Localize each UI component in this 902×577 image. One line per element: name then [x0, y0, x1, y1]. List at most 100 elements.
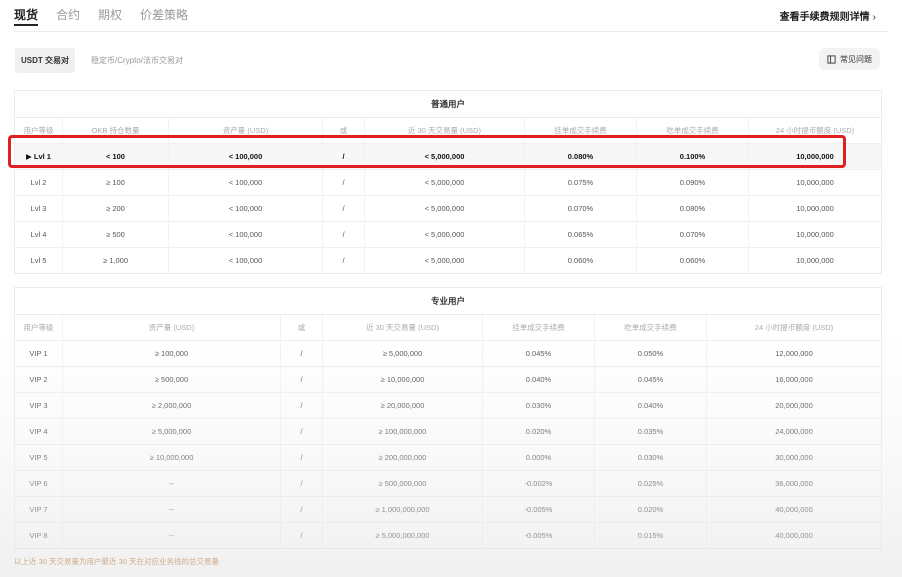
table-cell: 10,000,000: [796, 204, 834, 213]
tab-spot[interactable]: 现货: [14, 0, 39, 30]
table-cell: 0.045%: [595, 367, 707, 392]
table-cell: 0.045%: [483, 341, 595, 366]
table-cell: 0.100%: [637, 144, 749, 169]
tab-futures[interactable]: 合约: [56, 0, 80, 30]
subtab-usdt-pairs[interactable]: USDT 交易对: [15, 48, 75, 73]
table-cell: ≥ 500: [63, 222, 169, 247]
pair-type-tabs: USDT 交易对 稳定币/Crypto/法币交易对: [15, 48, 189, 73]
table-cell: < 100,000: [169, 248, 323, 273]
fee-rules-link-label: 查看手续费规则详情: [779, 12, 870, 23]
table-cell: < 100,000: [169, 144, 323, 169]
table-cell: ≥ 1,000: [63, 248, 169, 273]
table-cell: 30,000,000: [775, 453, 813, 462]
table-cell: 0.020%: [483, 419, 595, 444]
table-cell: 20,000,000: [775, 401, 813, 410]
table-cell: /: [323, 144, 365, 169]
table-cell: --: [63, 471, 281, 496]
header-cell: 挂单成交手续费: [525, 118, 637, 143]
table-cell: ≥ 200: [63, 196, 169, 221]
table-cell: /: [323, 196, 365, 221]
table-cell: 0.070%: [637, 222, 749, 247]
table-cell: -0.002%: [483, 471, 595, 496]
table-cell: /: [281, 419, 323, 444]
header-cell: 吃单成交手续费: [595, 315, 707, 340]
table-cell: 0.020%: [595, 497, 707, 522]
faq-button-label: 常见问题: [840, 54, 872, 64]
table-cell: < 5,000,000: [365, 248, 525, 273]
table-row: VIP 5 ≥ 10,000,000 / ≥ 200,000,000 0.000…: [15, 445, 881, 471]
table-cell: 12,000,000: [775, 349, 813, 358]
table-cell: 0.030%: [595, 445, 707, 470]
table-cell: 0.040%: [595, 393, 707, 418]
table-cell: Lvl 5: [15, 248, 63, 273]
table-cell: /: [281, 393, 323, 418]
table-row: VIP 7 -- / ≥ 1,000,000,000 -0.005% 0.020…: [15, 497, 881, 523]
tab-spread-strategy[interactable]: 价差策略: [140, 0, 188, 30]
table-cell: < 100,000: [169, 196, 323, 221]
faq-button[interactable]: 常见问题: [819, 48, 880, 70]
table-cell: 0.025%: [595, 471, 707, 496]
header-cell: 近 30 天交易量 (USD): [365, 118, 525, 143]
table-cell: VIP 1: [15, 341, 63, 366]
tab-options[interactable]: 期权: [98, 0, 122, 30]
table-cell: /: [323, 170, 365, 195]
table-cell: /: [281, 367, 323, 392]
table-row: Lvl 5 ≥ 1,000 < 100,000 / < 5,000,000 0.…: [15, 248, 881, 273]
product-tabs: 现货 合约 期权 价差策略: [14, 0, 206, 32]
table-cell: ≥ 500,000: [63, 367, 281, 392]
table-cell: VIP 2: [15, 367, 63, 392]
vip-table-header: 用户等级 资产量 (USD) 或 近 30 天交易量 (USD) 挂单成交手续费…: [15, 315, 881, 341]
table-row: VIP 2 ≥ 500,000 / ≥ 10,000,000 0.040% 0.…: [15, 367, 881, 393]
table-cell: --: [63, 523, 281, 548]
header-cell: 或: [281, 315, 323, 340]
table-cell: /: [281, 341, 323, 366]
table-cell: ≥ 10,000,000: [63, 445, 281, 470]
header-cell: 资产量 (USD): [169, 118, 323, 143]
fee-rules-link[interactable]: 查看手续费规则详情 ›: [780, 8, 876, 23]
table-cell: < 100,000: [169, 170, 323, 195]
header-cell: OKB 持仓数量: [63, 118, 169, 143]
header-cell: 近 30 天交易量 (USD): [323, 315, 483, 340]
table-cell: 10,000,000: [796, 178, 834, 187]
table-cell: VIP 8: [15, 523, 63, 548]
table-cell: 0.065%: [525, 222, 637, 247]
table-cell: < 5,000,000: [365, 144, 525, 169]
table-cell: ≥ 100: [63, 170, 169, 195]
tabs-divider: [14, 31, 888, 32]
table-cell: VIP 5: [15, 445, 63, 470]
standard-table-title: 普通用户: [15, 91, 881, 118]
table-cell: /: [281, 445, 323, 470]
table-cell: < 5,000,000: [365, 170, 525, 195]
subtab-stablecoin-crypto-fiat-pairs[interactable]: 稳定币/Crypto/法币交易对: [85, 48, 189, 73]
header-cell: 24 小时提币额度 (USD): [775, 126, 855, 135]
table-cell: VIP 7: [15, 497, 63, 522]
table-cell: 40,000,000: [775, 531, 813, 540]
table-cell: < 5,000,000: [365, 196, 525, 221]
vip-table-title: 专业用户: [15, 288, 881, 315]
table-cell: /: [323, 222, 365, 247]
table-row: Lvl 2 ≥ 100 < 100,000 / < 5,000,000 0.07…: [15, 170, 881, 196]
chevron-right-icon: ›: [872, 12, 876, 23]
table-cell: 36,000,000: [775, 479, 813, 488]
table-cell: 24,000,000: [775, 427, 813, 436]
table-cell: ≥ 100,000,000: [323, 419, 483, 444]
table-cell: ≥ 20,000,000: [323, 393, 483, 418]
table-row: Lvl 4 ≥ 500 < 100,000 / < 5,000,000 0.06…: [15, 222, 881, 248]
table-cell: Lvl 3: [15, 196, 63, 221]
table-cell: VIP 4: [15, 419, 63, 444]
table-cell: < 100: [63, 144, 169, 169]
table-cell: /: [281, 523, 323, 548]
header-cell: 用户等级: [15, 118, 63, 143]
header-cell: 资产量 (USD): [63, 315, 281, 340]
header-cell: 或: [323, 118, 365, 143]
standard-user-table: 普通用户 用户等级 OKB 持仓数量 资产量 (USD) 或 近 30 天交易量…: [14, 90, 882, 274]
table-cell: /: [281, 471, 323, 496]
table-cell: Lvl 4: [15, 222, 63, 247]
table-row: Lvl 3 ≥ 200 < 100,000 / < 5,000,000 0.07…: [15, 196, 881, 222]
table-cell: 0.050%: [595, 341, 707, 366]
table-cell: ≥ 2,000,000: [63, 393, 281, 418]
table-cell: 0.015%: [595, 523, 707, 548]
header-cell: 用户等级: [15, 315, 63, 340]
table-cell: /: [323, 248, 365, 273]
table-cell: -0.005%: [483, 497, 595, 522]
